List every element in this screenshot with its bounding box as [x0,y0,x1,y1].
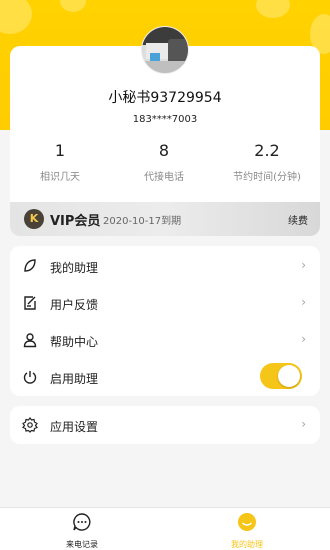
menu-item-help-center[interactable]: 帮助中心 › [10,322,320,359]
menu-item-label: 帮助中心 [50,335,99,349]
menu-item-label: 应用设置 [50,420,99,434]
vip-title: VIP会员 [50,214,101,229]
stat-label: 节约时间(分钟) [233,172,301,183]
menu-item-my-assistant[interactable]: 我的助理 › [10,248,320,285]
stat-value: 2.2 [254,141,280,160]
enable-assistant-toggle[interactable] [260,363,302,389]
chevron-right-icon: › [301,332,306,346]
chevron-right-icon: › [301,417,306,431]
tab-call-records[interactable]: 来电记录 [27,512,137,550]
menu-item-app-settings[interactable]: 应用设置 › [10,407,320,444]
stat-calls-answered: 8 代接电话 [109,140,219,183]
menu-item-enable-assistant: 启用助理 [10,359,320,396]
stat-label: 代接电话 [144,172,184,183]
vip-expire-date: 2020-10-17到期 [103,216,182,227]
gear-icon [22,417,38,433]
toggle-knob [278,365,300,387]
menu-item-feedback[interactable]: 用户反馈 › [10,285,320,322]
chat-icon [73,513,91,531]
vip-banner[interactable]: K VIP会员 2020-10-17到期 续费 [10,202,320,236]
leaf-icon [24,259,36,272]
person-icon [23,333,37,348]
menu-card: 我的助理 › 用户反馈 › 帮助中心 › 启用助理 [10,246,320,396]
stat-days-known: 1 相识几天 [5,140,115,183]
power-icon [23,371,37,384]
stat-time-saved: 2.2 节约时间(分钟) [212,140,322,183]
vip-renew-button[interactable]: 续费 [288,212,308,227]
tab-label: 我的助理 [231,540,263,549]
user-name: 小秘书93729954 [108,90,222,106]
menu-item-label: 启用助理 [50,372,99,386]
chevron-right-icon: › [301,295,306,309]
user-phone: 183****7003 [132,114,198,125]
settings-card: 应用设置 › [10,406,320,444]
menu-item-label: 我的助理 [50,261,99,275]
decor-blob [60,0,86,12]
menu-item-label: 用户反馈 [50,298,99,312]
tab-label: 来电记录 [66,540,98,549]
vip-badge-icon: K [24,209,44,229]
stat-value: 1 [54,141,66,160]
smile-icon [238,513,256,531]
stat-value: 8 [158,141,170,160]
stat-label: 相识几天 [40,172,80,183]
decor-blob [256,0,290,18]
avatar[interactable] [141,26,189,74]
chevron-right-icon: › [301,258,306,272]
feedback-icon [24,296,36,310]
bottom-tab-bar: 来电记录 我的助理 [0,507,330,550]
decor-blob [0,0,32,34]
tab-my-assistant[interactable]: 我的助理 [192,512,302,550]
